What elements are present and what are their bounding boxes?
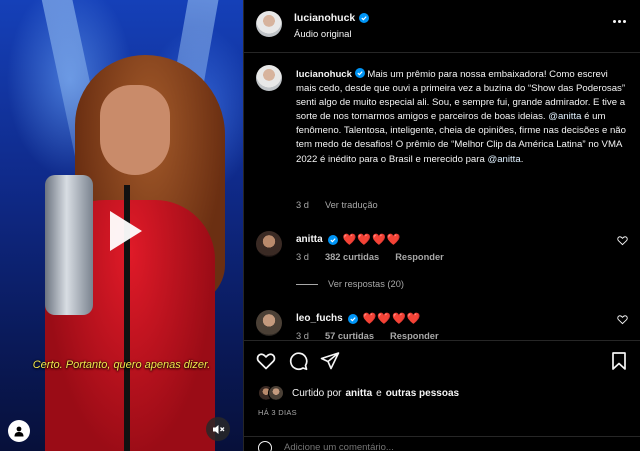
comment-text: ❤️❤️❤️❤️ — [342, 234, 402, 246]
reply-button[interactable]: Responder — [390, 331, 439, 340]
comment-input[interactable] — [284, 442, 584, 451]
commenter-username[interactable]: anitta — [296, 234, 323, 245]
caption-age[interactable]: 3 d — [296, 200, 309, 210]
caption-username[interactable]: lucianohuck — [296, 69, 352, 80]
comment-line: anitta ❤️❤️❤️❤️ — [296, 233, 401, 246]
caption-avatar[interactable] — [256, 65, 282, 91]
caption-part: . — [520, 153, 524, 165]
comments-section[interactable]: lucianohuck Mais um prêmio para nossa em… — [244, 54, 640, 340]
commenter-avatar[interactable] — [256, 231, 282, 257]
add-comment-bar — [244, 436, 640, 451]
video-player[interactable]: Certo. Portanto, quero apenas dizer. — [0, 0, 243, 451]
heart-icon[interactable] — [617, 314, 628, 325]
verified-icon — [327, 234, 338, 245]
video-subtitle: Certo. Portanto, quero apenas dizer. — [32, 359, 211, 371]
comment-meta: 3 d 382 curtidas Responder — [296, 252, 444, 262]
mini-avatar — [268, 385, 284, 401]
commenter-avatar[interactable] — [256, 310, 282, 336]
caption-text: lucianohuck Mais um prêmio para nossa em… — [296, 68, 626, 167]
author-username-text[interactable]: lucianohuck — [294, 12, 355, 24]
replies-divider — [296, 283, 318, 285]
post-header: lucianohuck Áudio original — [244, 0, 640, 53]
comment-age[interactable]: 3 d — [296, 331, 309, 340]
send-icon[interactable] — [320, 351, 340, 371]
comment-text: ❤️❤️❤️❤️ — [362, 313, 422, 325]
mention-link[interactable]: @anitta — [548, 111, 581, 122]
liked-by-and: e — [376, 387, 382, 399]
play-icon[interactable] — [98, 207, 146, 255]
heart-icon[interactable] — [617, 235, 628, 246]
audio-label[interactable]: Áudio original — [294, 29, 352, 40]
award-trophy — [45, 175, 93, 315]
bookmark-icon[interactable] — [609, 351, 629, 371]
view-replies-button[interactable]: Ver respostas (20) — [296, 279, 404, 289]
comment-likes[interactable]: 57 curtidas — [325, 331, 374, 340]
reply-button[interactable]: Responder — [395, 252, 444, 262]
verified-icon — [347, 313, 358, 324]
user-icon[interactable] — [8, 420, 30, 442]
author-username[interactable]: lucianohuck — [294, 12, 370, 24]
post-panel: lucianohuck Áudio original lucianohuck M… — [243, 0, 640, 451]
more-horizontal-icon[interactable] — [611, 13, 627, 29]
liked-by-others[interactable]: outras pessoas — [386, 388, 459, 399]
liked-by-user[interactable]: anitta — [345, 388, 372, 399]
liked-by: Curtido por anitta e outras pessoas — [258, 385, 459, 401]
comment-likes[interactable]: 382 curtidas — [325, 252, 379, 262]
liked-by-avatars — [258, 385, 288, 401]
caption-meta: 3 d Ver tradução — [296, 200, 378, 210]
translate-link[interactable]: Ver tradução — [325, 200, 378, 210]
post-timestamp[interactable]: HÁ 3 DIAS — [258, 408, 297, 417]
comment-icon[interactable] — [288, 351, 308, 371]
heart-icon[interactable] — [256, 351, 276, 371]
mention-link[interactable]: @anitta — [487, 154, 520, 165]
performer-face — [100, 85, 170, 175]
verified-icon — [354, 68, 365, 78]
speaker-muted-icon[interactable] — [206, 417, 230, 441]
view-replies-label[interactable]: Ver respostas (20) — [328, 279, 404, 289]
verified-icon — [359, 13, 370, 23]
emoji-icon[interactable] — [258, 441, 272, 451]
post-actions: Curtido por anitta e outras pessoas HÁ 3… — [244, 340, 640, 451]
comment-age[interactable]: 3 d — [296, 252, 309, 262]
commenter-username[interactable]: leo_fuchs — [296, 313, 343, 324]
comment-meta: 3 d 57 curtidas Responder — [296, 331, 439, 340]
comment-line: leo_fuchs ❤️❤️❤️❤️ — [296, 312, 421, 325]
liked-by-prefix: Curtido por — [292, 387, 342, 399]
author-avatar[interactable] — [256, 11, 282, 37]
